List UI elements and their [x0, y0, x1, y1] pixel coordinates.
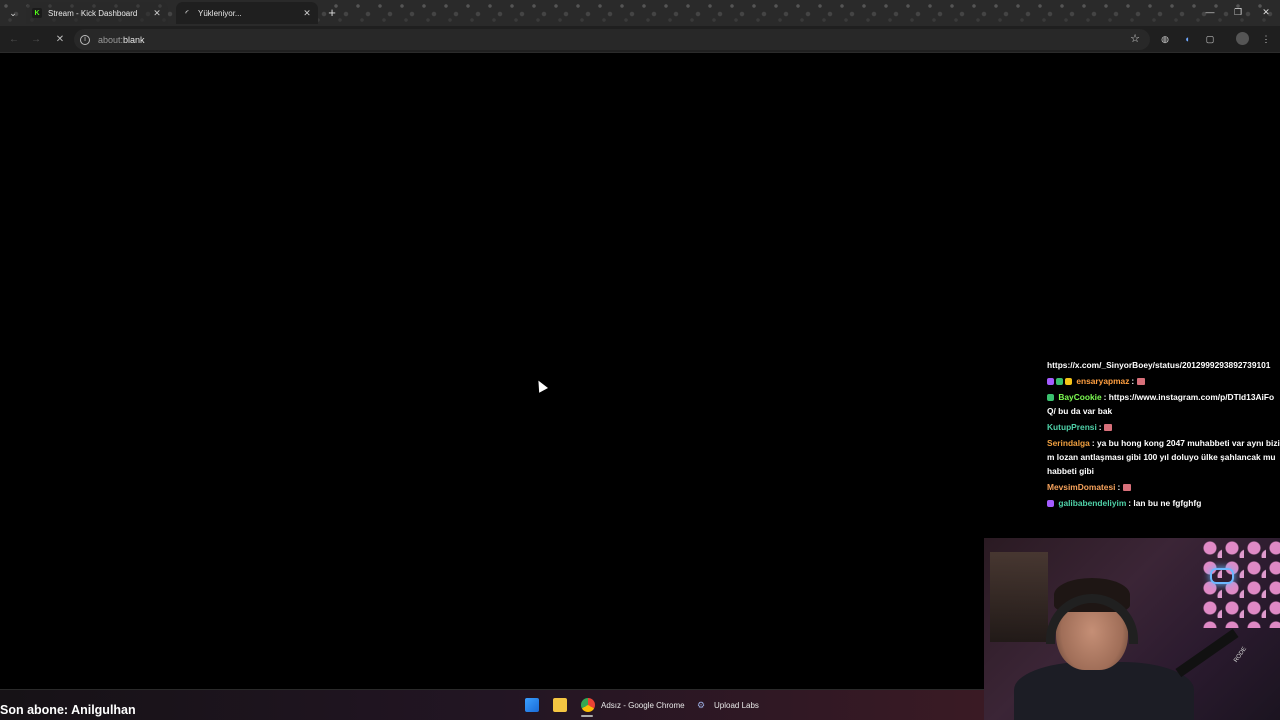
tab-loading[interactable]: ◜ Yükleniyor... ✕ — [176, 2, 318, 24]
tab-title: Yükleniyor... — [198, 8, 242, 18]
chat-message: galibabendeliyim: lan bu ne fgfghfg — [1047, 496, 1280, 510]
url-scheme: about: — [98, 34, 124, 45]
address-bar[interactable]: i about:blank ☆ — [74, 29, 1150, 50]
taskbar-label: Adsız - Google Chrome — [601, 700, 685, 710]
maximize-button[interactable]: ❐ — [1224, 0, 1252, 24]
neon-gamepad-sign — [1210, 568, 1234, 584]
chrome-icon — [581, 698, 595, 712]
extension-gamepad-icon[interactable]: ◍ — [1158, 32, 1172, 46]
chat-message: BayCookie: https://www.instagram.com/p/D… — [1047, 392, 1275, 416]
emote-icon — [1103, 424, 1112, 431]
webcam-feed: RODE — [984, 538, 1280, 720]
profile-avatar[interactable] — [1236, 32, 1249, 45]
last-subscriber-label: Son abone: Anilgulhan — [0, 703, 136, 717]
chat-message: Serindalga: ya bu hong kong 2047 muhabbe… — [1047, 438, 1280, 476]
subscriber-badge-icon — [1047, 378, 1054, 385]
upload-labs-icon: ⚙ — [696, 699, 706, 710]
taskbar-chrome[interactable]: Adsız - Google Chrome — [581, 696, 685, 714]
chat-message: ensaryapmaz: — [1047, 374, 1280, 388]
chat-message: MevsimDomatesi: — [1047, 480, 1280, 494]
back-arrow-icon[interactable]: ← — [6, 31, 22, 47]
og-badge-icon — [1056, 378, 1063, 385]
extension-audio-icon[interactable]: ◖ — [1180, 32, 1194, 46]
more-menu-icon[interactable]: ⋮ — [1259, 32, 1273, 46]
windows-taskbar — [0, 689, 984, 720]
chat-username: KutupPrensi — [1047, 422, 1097, 432]
tab-kick-dashboard[interactable]: K Stream - Kick Dashboard ✕ — [26, 2, 168, 24]
url-path: blank — [123, 34, 145, 45]
og-badge-icon — [1047, 394, 1054, 401]
chat-username: galibabendeliyim — [1058, 498, 1127, 508]
gift-badge-icon — [1065, 378, 1072, 385]
streamer-body — [1014, 662, 1194, 720]
loading-spinner-icon: ◜ — [185, 10, 189, 17]
chat-text: lan bu ne fgfghfg — [1133, 498, 1202, 508]
site-info-icon[interactable]: i — [80, 34, 90, 45]
taskbar-file-explorer[interactable] — [553, 696, 573, 714]
kick-logo-icon: K — [32, 8, 42, 18]
emote-icon — [1122, 484, 1131, 491]
browser-toolbar: ← → ✕ i about:blank ☆ ◍ ◖ ▢ ⋮ — [0, 26, 1280, 53]
tab-search-chevron-icon[interactable]: ⌄ — [4, 4, 22, 22]
chat-username: BayCookie — [1058, 392, 1102, 402]
chat-username: MevsimDomatesi — [1047, 482, 1116, 492]
taskbar-upload-labs[interactable]: ⚙ Upload Labs — [694, 696, 759, 714]
bookmark-star-icon[interactable]: ☆ — [1130, 32, 1140, 45]
chat-message: https://x.com/_SinyorBoey/status/2012999… — [1047, 358, 1280, 372]
chat-overlay: https://x.com/_SinyorBoey/status/2012999… — [1047, 358, 1280, 512]
mic-brand-label: RODE — [1233, 646, 1249, 664]
room-window — [990, 552, 1048, 642]
close-window-button[interactable]: ✕ — [1252, 0, 1280, 24]
windows-start-icon — [525, 698, 539, 712]
file-explorer-icon — [553, 698, 567, 712]
microphone-arm — [1175, 628, 1239, 678]
taskbar-start-button[interactable] — [525, 696, 545, 714]
subscriber-badge-icon — [1047, 500, 1054, 507]
chat-username: Serindalga — [1047, 438, 1090, 448]
url-text: about:blank — [98, 35, 145, 45]
chat-text: https://x.com/_SinyorBoey/status/2012999… — [1047, 360, 1271, 370]
chat-username: ensaryapmaz — [1076, 376, 1130, 386]
tab-close-icon[interactable]: ✕ — [152, 8, 162, 19]
browser-titlebar: ⌄ K Stream - Kick Dashboard ✕ ◜ Yükleniy… — [0, 0, 1280, 26]
emote-icon — [1136, 378, 1145, 385]
new-tab-button[interactable]: + — [324, 4, 340, 20]
extensions-puzzle-icon[interactable]: ▢ — [1203, 32, 1217, 46]
window-controls: — ❐ ✕ — [1196, 0, 1280, 24]
forward-arrow-icon[interactable]: → — [28, 31, 44, 47]
minimize-button[interactable]: — — [1196, 0, 1224, 24]
taskbar-active-indicator — [581, 715, 593, 717]
tab-title: Stream - Kick Dashboard — [48, 8, 138, 18]
taskbar-label: Upload Labs — [714, 700, 759, 710]
chat-message: KutupPrensi: — [1047, 420, 1280, 434]
tab-close-icon[interactable]: ✕ — [302, 8, 312, 19]
stop-loading-icon[interactable]: ✕ — [52, 31, 68, 47]
